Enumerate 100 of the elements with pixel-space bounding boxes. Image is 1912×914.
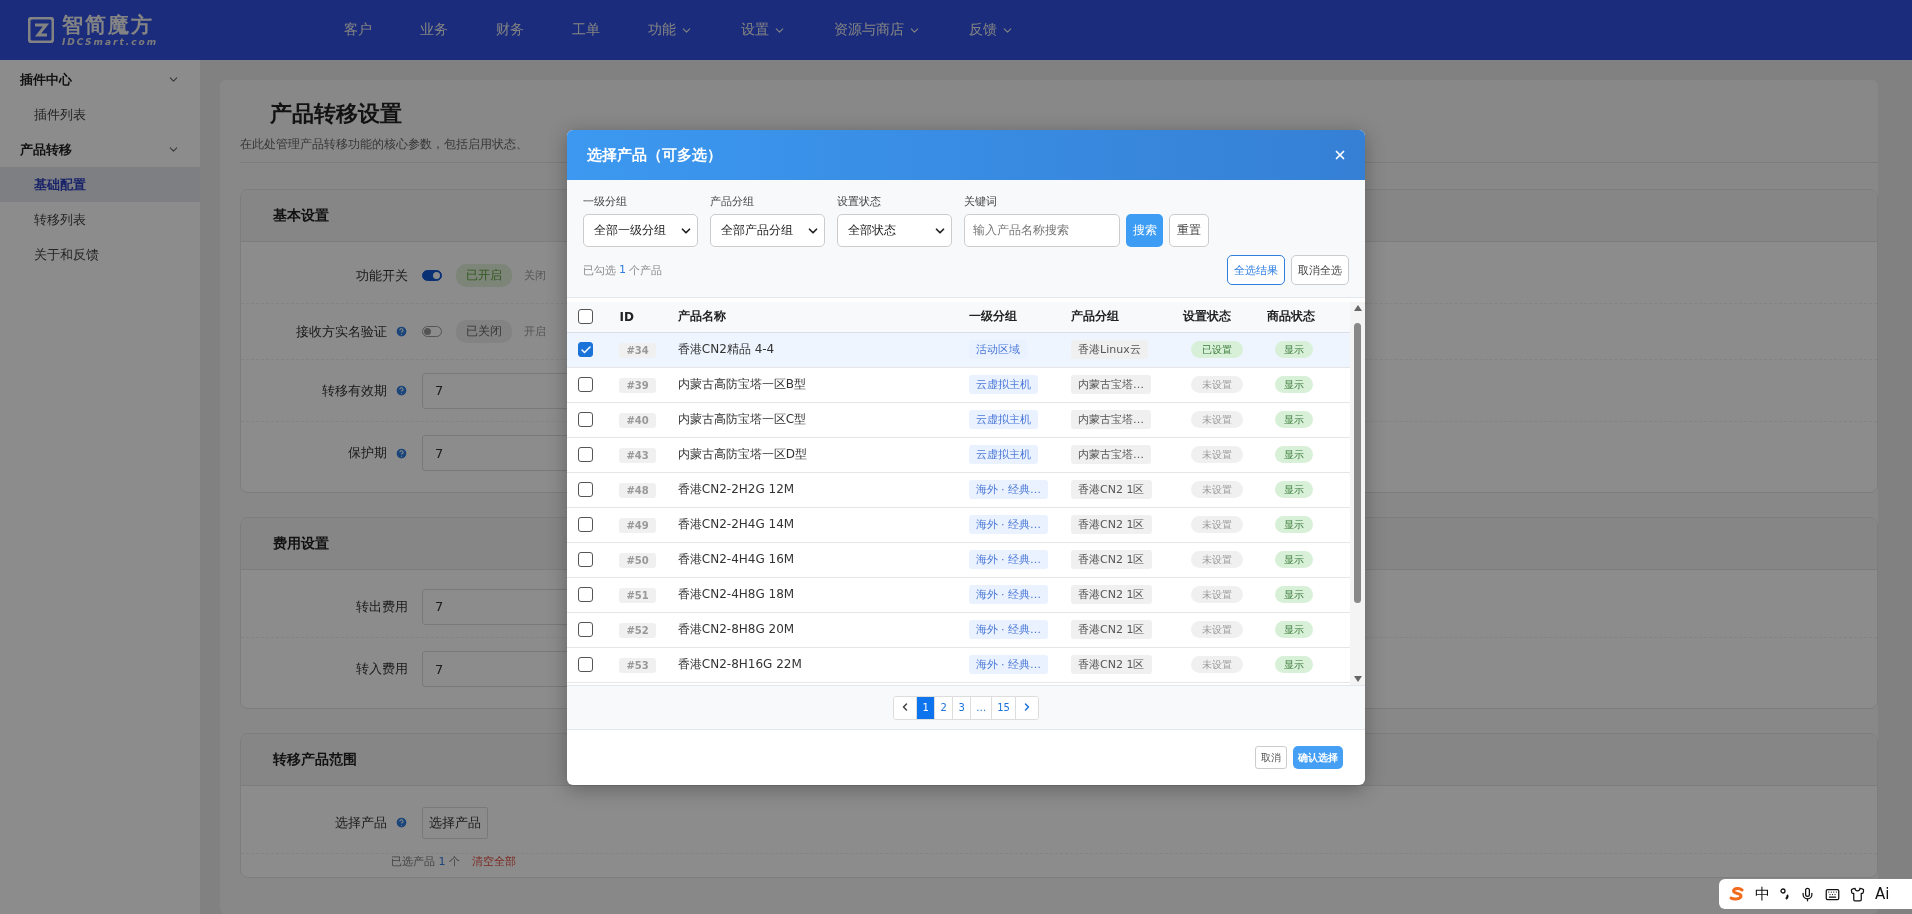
product-status-tag: 显示 (1274, 481, 1313, 498)
checkbox[interactable] (578, 657, 593, 672)
check-icon (579, 343, 592, 356)
setting-status-tag: 未设置 (1191, 516, 1244, 533)
dropdown-select[interactable]: 全部产品分组 (710, 214, 825, 247)
help-icon[interactable] (395, 446, 408, 460)
nav-item[interactable]: 客户 (320, 21, 396, 39)
next-page-button[interactable] (1014, 696, 1038, 719)
microphone-icon[interactable] (1800, 886, 1815, 902)
table-row[interactable]: #51 香港CN2-4H8G 18M 海外 · 经典… 香港CN2 1区 未设置 显示 (567, 577, 1350, 612)
table-row[interactable]: #34 香港CN2精品 4-4 活动区域 香港Linux云 已设置 显示 (567, 332, 1350, 367)
toggle-switch[interactable] (422, 326, 442, 337)
checkbox[interactable] (578, 377, 593, 392)
dropdown-select[interactable]: 全部一级分组 (583, 214, 698, 247)
field-label: 接收方实名验证 (296, 322, 387, 341)
keyboard-icon[interactable] (1825, 886, 1840, 902)
product-group-tag: 香港CN2 1区 (1071, 550, 1152, 569)
nav-item[interactable]: 工单 (548, 21, 624, 39)
table-row[interactable]: #40 内蒙古高防宝塔一区C型 云虚拟主机 内蒙古宝塔… 未设置 显示 (567, 402, 1350, 437)
nav-item[interactable]: 业务 (396, 21, 472, 39)
checkbox[interactable] (578, 587, 593, 602)
product-name: 香港CN2-4H8G 18M (677, 587, 795, 601)
setting-status-tag: 已设置 (1191, 341, 1244, 358)
product-status-tag: 显示 (1274, 341, 1313, 358)
sidebar-group[interactable]: 产品转移 (0, 132, 200, 167)
reset-button[interactable]: 重置 (1169, 214, 1209, 247)
checkbox[interactable] (578, 517, 593, 532)
deselect-all-button[interactable]: 取消全选 (1291, 255, 1349, 285)
help-icon[interactable] (395, 384, 408, 397)
table-row[interactable]: #39 内蒙古高防宝塔一区B型 云虚拟主机 内蒙古宝塔… 未设置 显示 (567, 367, 1350, 402)
toggle-switch[interactable] (422, 270, 442, 281)
search-button[interactable]: 搜索 (1126, 214, 1163, 247)
product-name: 香港CN2-8H16G 22M (677, 657, 802, 671)
clear-all-link[interactable]: 清空全部 (472, 854, 516, 869)
field-label: 功能开关 (356, 266, 408, 285)
setting-status-tag: 未设置 (1191, 481, 1244, 498)
product-name: 内蒙古高防宝塔一区C型 (677, 412, 807, 426)
search-field[interactable]: 输入产品名称搜索 (964, 214, 1120, 247)
group-tag: 海外 · 经典… (968, 620, 1049, 639)
checkbox[interactable] (578, 309, 593, 325)
product-name: 香港CN2-2H2G 12M (677, 482, 795, 496)
logo-subtitle: IDCSmart.com (62, 37, 159, 47)
checkbox[interactable] (578, 412, 593, 427)
dropdown-select[interactable]: 全部状态 (837, 214, 952, 247)
select-product-button[interactable]: 选择产品 (422, 806, 488, 839)
table-row[interactable]: #49 香港CN2-2H4G 14M 海外 · 经典… 香港CN2 1区 未设置 显示 (567, 507, 1350, 542)
table-row[interactable]: #53 香港CN2-8H16G 22M 海外 · 经典… 香港CN2 1区 未设置 显示 (567, 647, 1350, 682)
sidebar-item[interactable]: 转移列表 (0, 202, 200, 237)
select-all-button[interactable]: 全选结果 (1227, 255, 1285, 285)
product-status-tag: 显示 (1274, 446, 1313, 463)
checkbox[interactable] (578, 342, 593, 357)
ai-text[interactable]: Ai (1875, 885, 1890, 903)
scrollbar[interactable] (1350, 302, 1365, 685)
nav-item[interactable]: 功能 (624, 21, 717, 39)
checkbox[interactable] (578, 552, 593, 567)
id-tag: #48 (619, 482, 656, 498)
sidebar-item[interactable]: 插件列表 (0, 97, 200, 132)
sidebar-item[interactable]: 基础配置 (0, 167, 200, 202)
checkbox[interactable] (578, 622, 593, 637)
column-header: 产品名称 (677, 309, 726, 324)
nav-item[interactable]: 资源与商店 (810, 21, 945, 39)
field-label: 转入费用 (356, 660, 408, 678)
confirm-button[interactable]: 确认选择 (1293, 746, 1343, 769)
checkbox[interactable] (578, 447, 593, 462)
shirt-icon[interactable] (1850, 886, 1865, 902)
product-group-tag: 香港CN2 1区 (1071, 655, 1152, 674)
nav-item[interactable]: 财务 (472, 21, 548, 39)
column-header: 产品分组 (1071, 309, 1120, 324)
table-row[interactable]: #52 香港CN2-8H8G 20M 海外 · 经典… 香港CN2 1区 未设置 显示 (567, 612, 1350, 647)
sidebar-group[interactable]: 插件中心 (0, 62, 200, 97)
setting-status-tag: 未设置 (1191, 411, 1244, 428)
sidebar-item[interactable]: 关于和反馈 (0, 237, 200, 272)
page-button[interactable]: 1 (916, 696, 935, 719)
id-tag: #34 (619, 342, 656, 358)
cancel-button[interactable]: 取消 (1255, 746, 1287, 769)
product-group-tag: 内蒙古宝塔… (1071, 445, 1152, 464)
selected-count-text: 已勾选 1 个产品 (583, 262, 662, 278)
column-header: 一级分组 (968, 309, 1017, 324)
group-tag: 海外 · 经典… (968, 480, 1049, 499)
setting-status-tag: 未设置 (1191, 621, 1244, 638)
group-tag: 海外 · 经典… (968, 515, 1049, 534)
product-name: 内蒙古高防宝塔一区D型 (677, 447, 808, 461)
close-icon[interactable] (1333, 148, 1347, 162)
nav-item[interactable]: 设置 (717, 21, 810, 39)
group-tag: 海外 · 经典… (968, 550, 1049, 569)
nav-item[interactable]: 反馈 (945, 21, 1038, 39)
help-icon[interactable] (395, 325, 408, 338)
help-icon[interactable] (395, 816, 408, 829)
punctuation-icon[interactable] (1780, 887, 1790, 901)
checkbox[interactable] (578, 482, 593, 497)
product-group-tag: 内蒙古宝塔… (1071, 375, 1152, 394)
scroll-down-icon[interactable] (1353, 676, 1362, 682)
table-row[interactable]: #50 香港CN2-4H4G 16M 海外 · 经典… 香港CN2 1区 未设置 显示 (567, 542, 1350, 577)
table-row[interactable]: #48 香港CN2-2H2G 12M 海外 · 经典… 香港CN2 1区 未设置 显示 (567, 472, 1350, 507)
product-name: 香港CN2-8H8G 20M (677, 622, 795, 636)
group-tag: 云虚拟主机 (968, 410, 1038, 429)
scroll-up-icon[interactable] (1353, 305, 1362, 311)
input-mode-text[interactable]: 中 (1755, 884, 1770, 904)
filter-label: 关键词 (964, 194, 998, 209)
table-row[interactable]: #43 内蒙古高防宝塔一区D型 云虚拟主机 内蒙古宝塔… 未设置 显示 (567, 437, 1350, 472)
